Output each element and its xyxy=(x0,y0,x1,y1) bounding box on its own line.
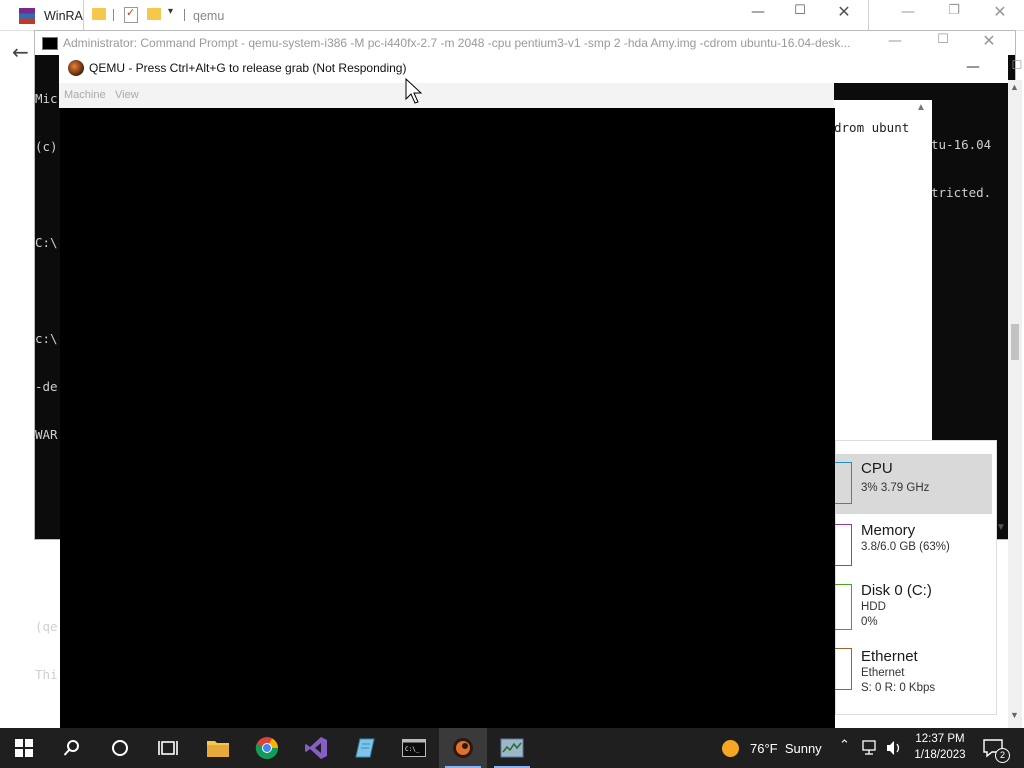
cmd-app-icon xyxy=(42,37,58,50)
qemu-display[interactable] xyxy=(60,108,835,728)
vertical-scrollbar[interactable]: ▲ ▼ xyxy=(1008,80,1022,728)
customize-quick-access-icon[interactable]: ▾ xyxy=(168,6,173,17)
chrome-icon[interactable] xyxy=(243,728,291,768)
file-explorer-icon[interactable] xyxy=(194,728,242,768)
clock-time[interactable]: 12:37 PM xyxy=(913,733,967,745)
winrar-icon[interactable] xyxy=(19,8,35,24)
explorer-window: WinRAR ✓ ▾ qemu — ☐ ✕ — ❐ ✕ xyxy=(0,0,1024,31)
cmd-maximize-button[interactable]: ☐ xyxy=(933,32,953,47)
scroll-up-arrow-icon[interactable]: ▲ xyxy=(1010,82,1019,92)
svg-text:C:\_: C:\_ xyxy=(405,746,420,753)
menu-machine[interactable]: Machine xyxy=(64,89,106,101)
properties-icon[interactable]: ✓ xyxy=(124,7,138,23)
qemu-title: QEMU - Press Ctrl+Alt+G to release grab … xyxy=(89,61,407,75)
cmd-titlebar: Administrator: Command Prompt - qemu-sys… xyxy=(35,31,1015,55)
explorer-close-button[interactable]: ✕ xyxy=(834,2,854,21)
weather-text[interactable]: 76°F Sunny xyxy=(750,741,822,756)
explorer-maximize-button[interactable]: ☐ xyxy=(790,3,810,18)
cmd-minimize-button[interactable]: — xyxy=(885,33,905,49)
explorer-path: qemu xyxy=(193,9,225,23)
command-prompt-icon[interactable]: C:\_ xyxy=(390,728,438,768)
cortana-icon[interactable] xyxy=(96,728,144,768)
menu-view[interactable]: View xyxy=(115,89,139,101)
separator xyxy=(184,9,185,21)
qemu-icon[interactable] xyxy=(439,728,487,768)
weather-sun-icon[interactable] xyxy=(722,740,739,757)
new-folder-icon[interactable] xyxy=(147,8,161,20)
search-icon[interactable] xyxy=(48,728,96,768)
task-manager-icon[interactable] xyxy=(488,728,536,768)
separator xyxy=(113,9,114,21)
background-restore-button[interactable]: ☐ xyxy=(1010,58,1024,72)
qemu-minimize-button[interactable]: — xyxy=(963,59,983,75)
winrar-close-button[interactable]: ✕ xyxy=(990,2,1010,21)
back-arrow-icon[interactable]: ← xyxy=(12,40,29,64)
clock-date[interactable]: 1/18/2023 xyxy=(911,749,969,761)
qemu-app-icon xyxy=(68,60,84,76)
network-icon[interactable] xyxy=(862,740,880,756)
show-hidden-icons-icon[interactable]: ⌃ xyxy=(839,738,850,753)
visual-studio-icon[interactable] xyxy=(292,728,340,768)
qemu-menubar: Machine View xyxy=(59,83,834,108)
scrollbar-thumb[interactable] xyxy=(1011,324,1019,360)
windows-start-icon[interactable] xyxy=(0,728,48,768)
notepad-icon[interactable] xyxy=(341,728,389,768)
explorer-titlebar: ✓ ▾ qemu — ☐ ✕ xyxy=(83,0,869,31)
cmd-close-button[interactable]: ✕ xyxy=(979,31,999,50)
cmd-title: Administrator: Command Prompt - qemu-sys… xyxy=(63,36,851,50)
qemu-titlebar[interactable]: QEMU - Press Ctrl+Alt+G to release grab … xyxy=(59,55,1008,83)
winrar-minimize-button[interactable]: — xyxy=(898,4,918,20)
qemu-window: QEMU - Press Ctrl+Alt+G to release grab … xyxy=(59,55,1008,728)
notification-count-badge: 2 xyxy=(995,748,1010,763)
volume-icon[interactable] xyxy=(885,740,903,756)
explorer-minimize-button[interactable]: — xyxy=(748,4,768,20)
winrar-restore-button[interactable]: ❐ xyxy=(944,3,964,18)
scroll-down-arrow-icon[interactable]: ▼ xyxy=(1010,710,1019,720)
mouse-cursor-icon xyxy=(405,78,423,104)
folder-icon[interactable] xyxy=(92,8,106,20)
task-view-icon[interactable] xyxy=(144,728,192,768)
